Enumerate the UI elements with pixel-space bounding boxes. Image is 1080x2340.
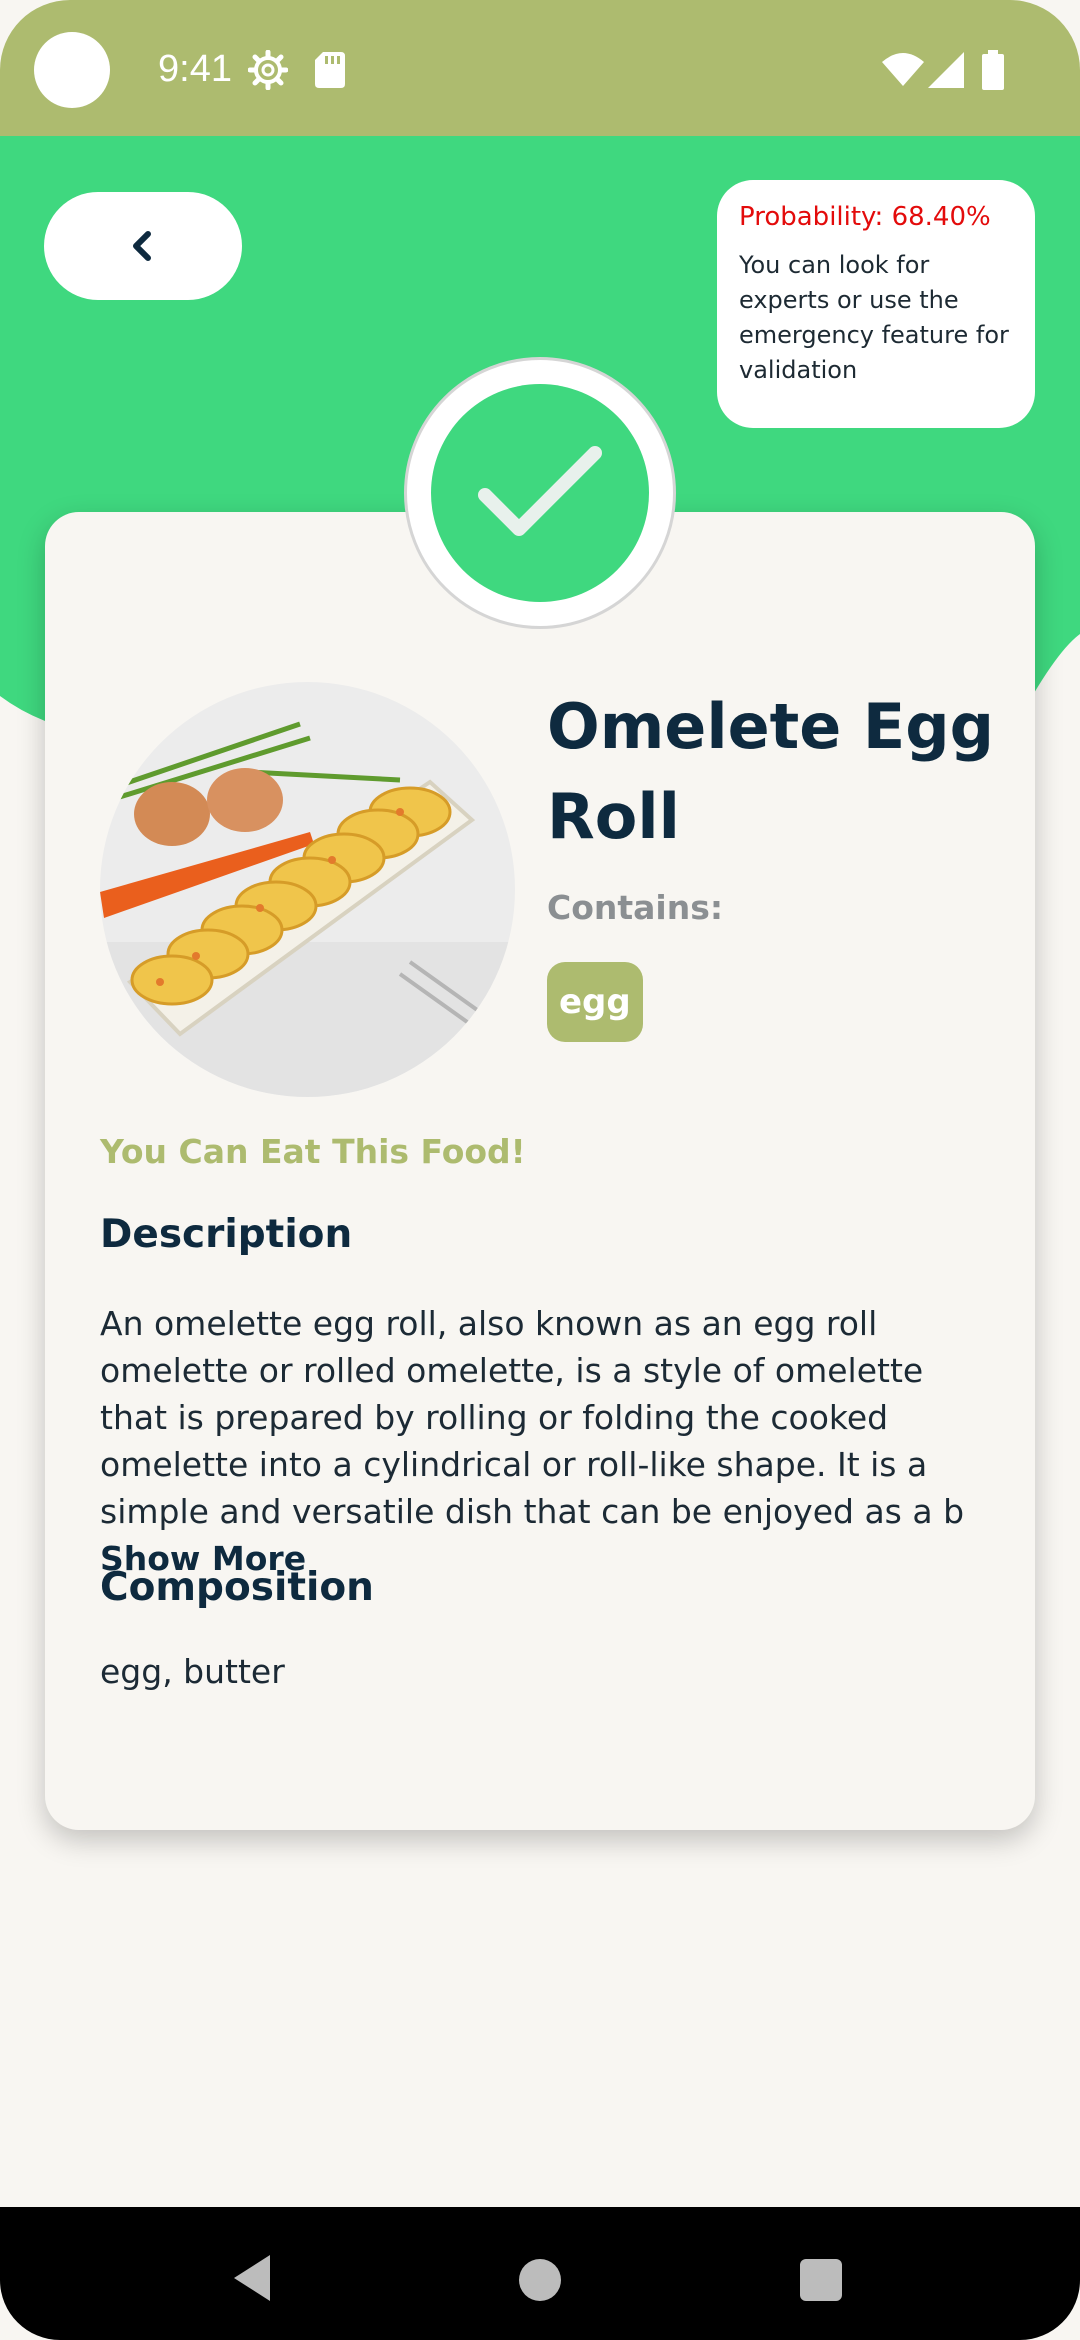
nav-home-icon[interactable] [519,2259,561,2301]
gear-icon [248,50,288,90]
nav-back-icon[interactable] [232,2253,272,2303]
food-detail-card: Omelete Egg Roll Contains: egg You Can E… [45,512,1035,1830]
check-circle [431,384,649,602]
probability-label: Probability: 68.40% [739,202,991,232]
omelette-photo [100,682,515,1097]
edible-verdict: You Can Eat This Food! [100,1132,526,1171]
allergen-chip-egg: egg [547,962,643,1042]
signal-icon [928,52,964,88]
camera-dot [34,32,110,108]
food-name: Omelete Egg Roll [547,690,995,853]
screen: 9:41 Probability: 68.40% You can look fo… [0,0,1080,2340]
status-time: 9:41 [158,48,232,90]
sd-card-icon [315,52,345,88]
check-icon [478,446,602,536]
check-badge [404,357,676,629]
probability-card: Probability: 68.40% You can look for exp… [717,180,1035,428]
status-bar: 9:41 [0,0,1080,136]
back-button[interactable] [44,192,242,300]
composition-text: egg, butter [100,1652,285,1691]
contains-label: Contains: [547,888,724,927]
wifi-icon [882,53,924,86]
description-heading: Description [100,1212,353,1257]
battery-icon [982,50,1004,90]
probability-message: You can look for experts or use the emer… [739,251,1009,384]
composition-heading: Composition [100,1565,374,1610]
nav-recents-icon[interactable] [800,2259,842,2301]
food-image [100,682,515,1097]
description-text: An omelette egg roll, also known as an e… [100,1300,1000,1582]
description-body: An omelette egg roll, also known as an e… [100,1304,965,1531]
navigation-bar [0,2207,1080,2340]
chevron-left-icon [133,231,151,261]
